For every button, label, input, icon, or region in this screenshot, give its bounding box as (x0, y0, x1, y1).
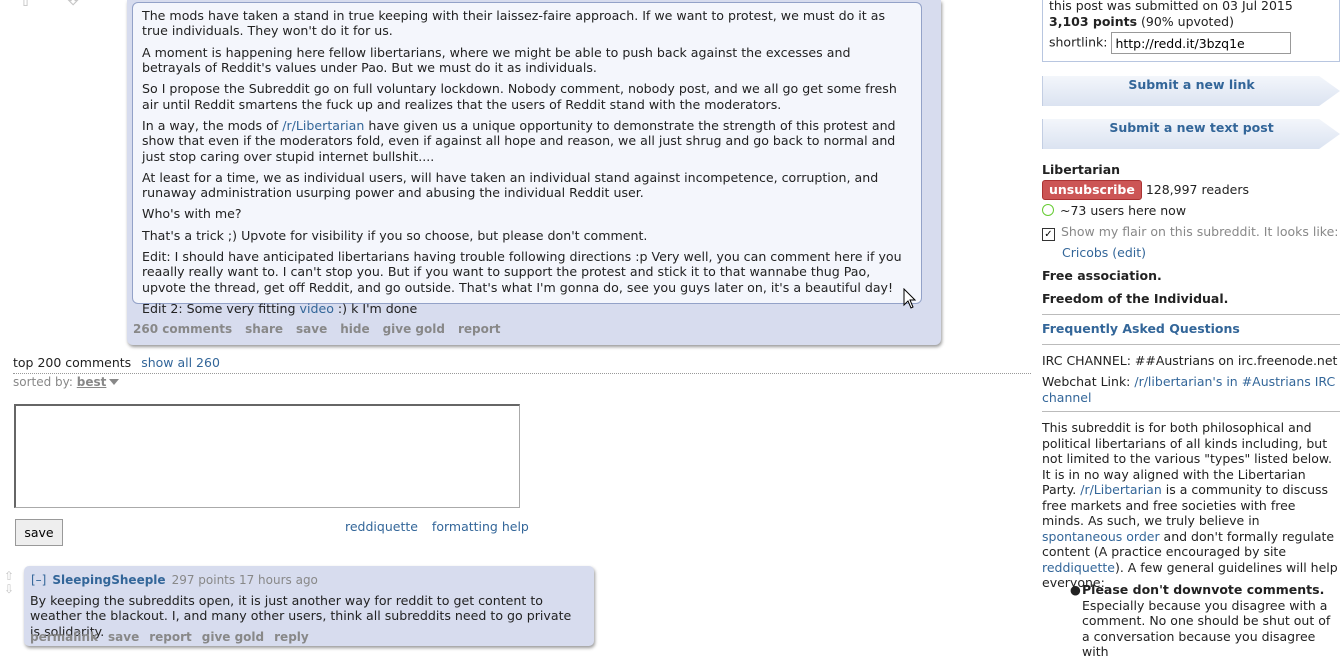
downvote-arrow-icon[interactable]: ⇩ (64, 0, 82, 11)
top-comments-label: top 200 comments (13, 355, 132, 370)
shortlink-label: shortlink: (1049, 34, 1108, 50)
flair-preview: Cricobs (edit) (1062, 245, 1146, 260)
reddiquette-link[interactable]: reddiquette (1042, 560, 1115, 575)
comments-header: top 200 comments show all 260 (13, 355, 220, 370)
rule-item: ● Please don't downvote comments. Especi… (1070, 582, 1337, 660)
comment-save-button[interactable]: save (15, 519, 63, 546)
subscribe-row: unsubscribe 128,997 readers (1042, 180, 1249, 200)
text: In a way, the mods of (142, 117, 283, 133)
unsubscribe-button[interactable]: unsubscribe (1042, 180, 1142, 200)
save-button[interactable]: save (296, 322, 327, 336)
divider (1042, 314, 1340, 315)
comment: [–] SleepingSheeple 297 points 17 hours ag… (24, 566, 594, 646)
video-link[interactable]: video (300, 301, 334, 316)
flair-text: Show my flair on this subreddit. It look… (1061, 224, 1339, 239)
upvote-arrow-icon[interactable]: ⇧ (18, 0, 33, 11)
users-here-text: ~73 users here now (1060, 203, 1187, 218)
text: :) k I'm done (333, 300, 418, 316)
comment-help-links: reddiquette formatting help (345, 519, 539, 534)
sorted-label: sorted by: (13, 375, 73, 389)
subreddit-description: This subreddit is for both philosophical… (1042, 420, 1340, 591)
online-dot-icon (1042, 204, 1054, 216)
post-paragraph: At least for a time, we as individual us… (142, 169, 879, 201)
reply-button[interactable]: reply (274, 630, 309, 644)
post-paragraph: Edit: I should have anticipated libertar… (142, 248, 902, 295)
post-container: The mods have taken a stand in true keep… (127, 0, 941, 345)
downvote-arrow-icon[interactable]: ⇩ (4, 583, 18, 596)
reddiquette-link[interactable]: reddiquette (345, 519, 418, 534)
comment-textarea[interactable] (14, 404, 520, 508)
text: Edit 2: Some very fitting (142, 300, 300, 316)
users-online: ~73 users here now (1042, 203, 1186, 218)
shortlink-input[interactable] (1111, 32, 1292, 54)
spontaneous-order-link[interactable]: spontaneous order (1042, 529, 1160, 544)
submit-text-post-button[interactable]: Submit a new text post (1042, 119, 1340, 149)
formatting-help-link[interactable]: formatting help (432, 519, 529, 534)
tagline-free-association: Free association. (1042, 268, 1162, 283)
post-paragraph: A moment is happening here fellow libert… (142, 44, 851, 76)
points: 3,103 points (1049, 14, 1138, 29)
score-line: 3,103 points (90% upvoted) (1049, 14, 1333, 30)
comment-save-link[interactable]: save (108, 630, 139, 644)
upvoted-percent: (90% upvoted) (1141, 14, 1234, 29)
comment-meta: 297 points 17 hours ago (171, 573, 318, 587)
share-button[interactable]: share (245, 322, 283, 336)
post-actions: 260 comments share save hide give gold report (133, 322, 514, 336)
post-paragraph: Edit 2: Some very fitting video :) k I'm… (142, 301, 912, 316)
shortlink-row: shortlink: (1049, 32, 1333, 54)
post-paragraph: Who's with me? (142, 206, 242, 222)
post-paragraph: That's a trick ;) Upvote for visibility … (142, 227, 648, 243)
rule-text: Especially because you disagree with a c… (1082, 597, 1331, 660)
comments-link[interactable]: 260 comments (133, 322, 232, 336)
comment-report-link[interactable]: report (149, 630, 192, 644)
post-paragraph: In a way, the mods of /r/Libertarian hav… (142, 118, 912, 164)
flair-edit-link[interactable]: (edit) (1112, 245, 1146, 260)
bullet-icon: ● (1070, 582, 1081, 597)
divider (1042, 411, 1340, 412)
reader-count: 128,997 readers (1145, 182, 1249, 197)
divider (1042, 344, 1340, 345)
tagline-freedom: Freedom of the Individual. (1042, 291, 1229, 306)
comment-give-gold-link[interactable]: give gold (202, 630, 264, 644)
submitted-date: this post was submitted on 03 Jul 2015 (1049, 0, 1293, 13)
mouse-cursor-icon (903, 288, 917, 309)
permalink-button[interactable]: permalink (30, 630, 98, 644)
subreddit-title[interactable]: Libertarian (1042, 162, 1120, 177)
comment-actions: permalink save report give gold reply (30, 630, 319, 644)
flair-toggle: ✓ Show my flair on this subreddit. It loo… (1042, 224, 1340, 241)
post-info-box: this post was submitted on 03 Jul 2015 3… (1042, 0, 1340, 62)
rule-title: Please don't downvote comments. (1082, 582, 1325, 597)
flair-checkbox[interactable]: ✓ (1042, 228, 1055, 241)
comment-vote-arrows: ⇧ ⇩ (4, 570, 18, 596)
webchat-line: Webchat Link: /r/libertarian's in #Austr… (1042, 374, 1340, 406)
webchat-label: Webchat Link: (1042, 374, 1135, 389)
post-paragraph: So I propose the Subreddit go on full vo… (142, 81, 897, 112)
give-gold-button[interactable]: give gold (383, 322, 445, 336)
post-paragraph: The mods have taken a stand in true keep… (142, 8, 886, 39)
sidebar: this post was submitted on 03 Jul 2015 3… (1042, 0, 1340, 659)
user-flair: Cricobs (1062, 245, 1109, 260)
subreddit-link[interactable]: /r/Libertarian (282, 118, 364, 133)
irc-channel: IRC CHANNEL: ##Austrians on irc.freenode… (1042, 353, 1338, 368)
post-selftext: The mods have taken a stand in true keep… (132, 2, 922, 316)
sort-dropdown[interactable]: best (77, 375, 107, 389)
report-button[interactable]: report (458, 322, 501, 336)
comment-author[interactable]: SleepingSheeple (52, 573, 165, 587)
show-all-link[interactable]: show all 260 (141, 355, 220, 370)
divider (13, 373, 1031, 374)
hide-button[interactable]: hide (340, 322, 369, 336)
faq-link[interactable]: Frequently Asked Questions (1042, 321, 1240, 336)
comment-tagline: [–] SleepingSheeple 297 points 17 hours ag… (31, 573, 318, 587)
sort-menu: sorted by: best (13, 375, 120, 389)
collapse-toggle[interactable]: [–] (31, 573, 46, 587)
caret-down-icon[interactable] (109, 379, 120, 385)
subreddit-link[interactable]: /r/Libertarian (1080, 482, 1162, 497)
submit-link-button[interactable]: Submit a new link (1042, 76, 1340, 106)
